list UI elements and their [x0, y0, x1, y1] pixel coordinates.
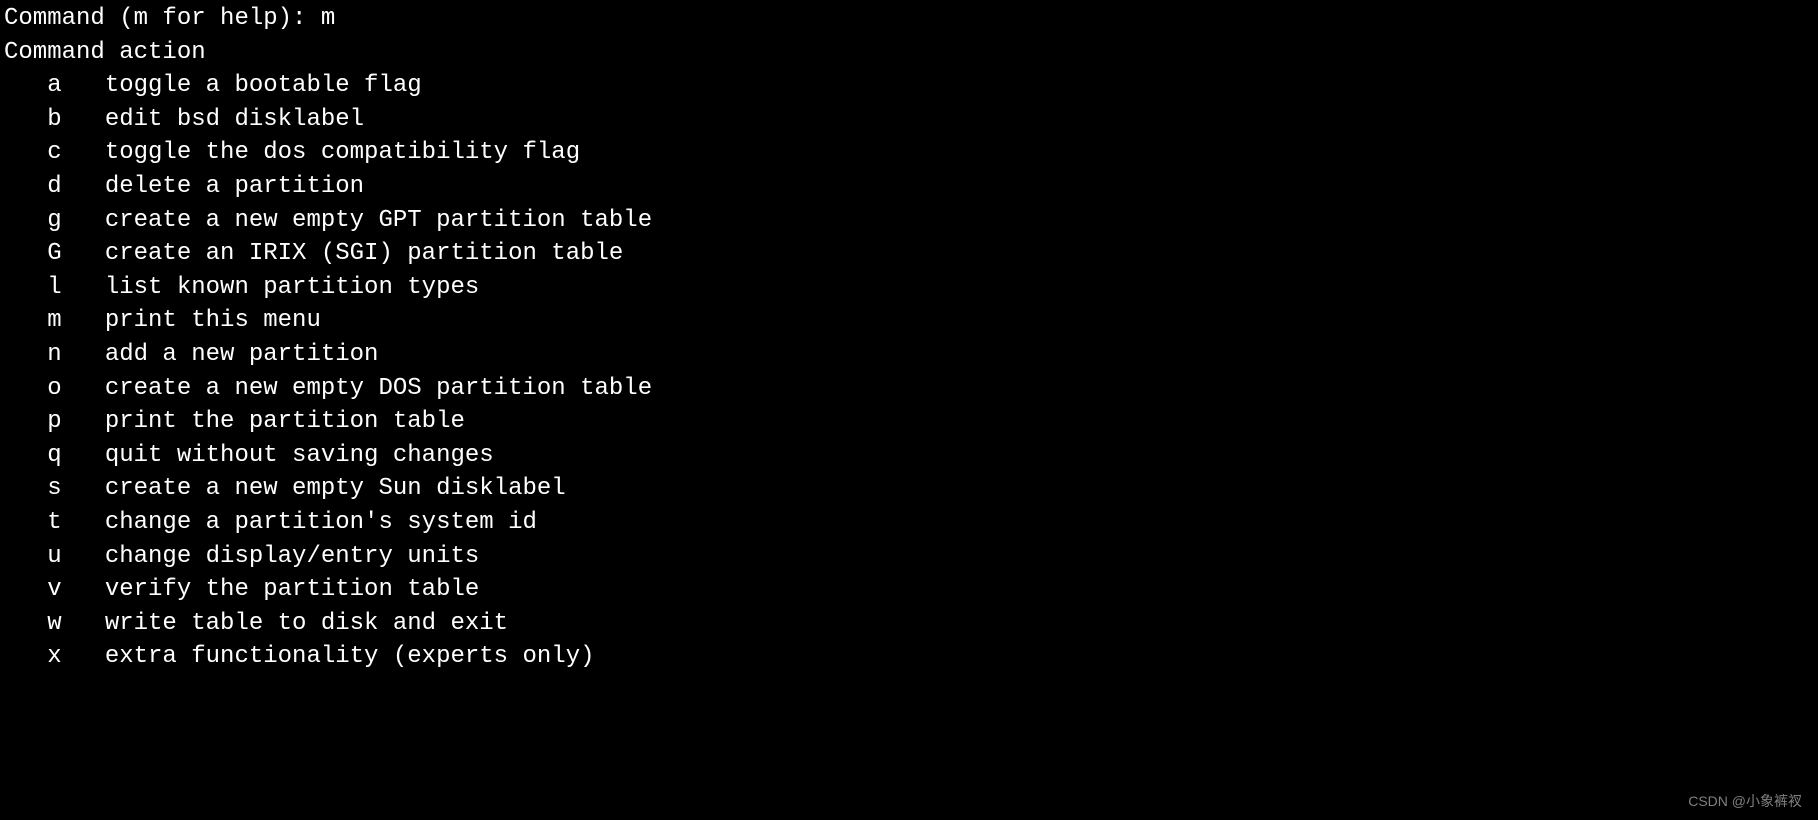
command-list: a toggle a bootable flag b edit bsd disk…	[4, 69, 1814, 674]
command-row: g create a new empty GPT partition table	[4, 204, 1814, 238]
command-row: s create a new empty Sun disklabel	[4, 472, 1814, 506]
command-row: l list known partition types	[4, 271, 1814, 305]
command-row: n add a new partition	[4, 338, 1814, 372]
command-prompt-line: Command (m for help): m	[4, 2, 1814, 36]
command-row: o create a new empty DOS partition table	[4, 372, 1814, 406]
terminal-output[interactable]: Command (m for help): mCommand action a …	[0, 0, 1818, 676]
command-row: a toggle a bootable flag	[4, 69, 1814, 103]
command-prompt-label: Command (m for help):	[4, 5, 321, 32]
command-row: u change display/entry units	[4, 540, 1814, 574]
command-row: m print this menu	[4, 304, 1814, 338]
command-prompt-input[interactable]: m	[321, 5, 335, 32]
command-row: q quit without saving changes	[4, 439, 1814, 473]
command-row: c toggle the dos compatibility flag	[4, 136, 1814, 170]
command-row: p print the partition table	[4, 405, 1814, 439]
command-action-header: Command action	[4, 36, 1814, 70]
command-row: w write table to disk and exit	[4, 607, 1814, 641]
command-row: b edit bsd disklabel	[4, 103, 1814, 137]
command-row: G create an IRIX (SGI) partition table	[4, 237, 1814, 271]
command-row: v verify the partition table	[4, 573, 1814, 607]
watermark-text: CSDN @小象裤衩	[1688, 792, 1802, 812]
command-row: d delete a partition	[4, 170, 1814, 204]
command-row: t change a partition's system id	[4, 506, 1814, 540]
command-row: x extra functionality (experts only)	[4, 640, 1814, 674]
